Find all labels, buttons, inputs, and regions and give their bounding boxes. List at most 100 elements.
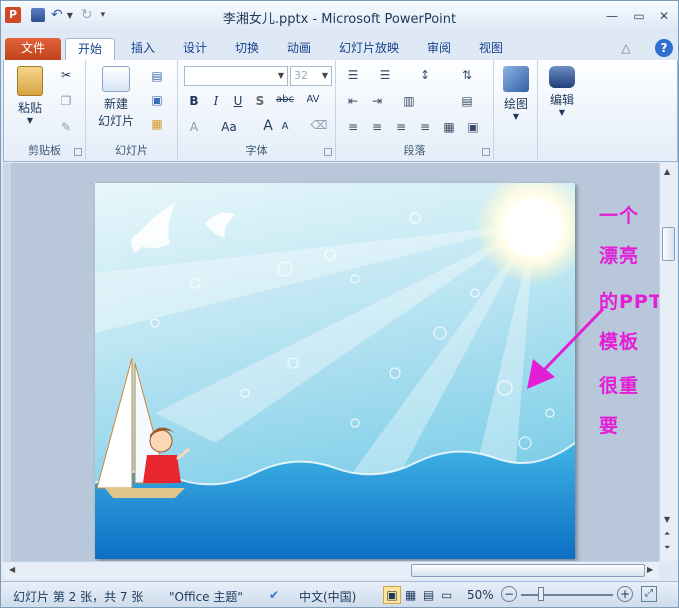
annotation-line-6: 要 [599,415,620,437]
paragraph-group-label: 段落 [403,144,426,157]
status-bar: 幻灯片 第 2 张，共 7 张 "Office 主题" ✔ 中文(中国) ▣ ▦… [1,581,678,607]
vertical-scrollbar[interactable]: ▲ ▼ ⏶ ⏷ [659,163,677,561]
seagulls [130,203,235,253]
justify-icon[interactable]: ≡ [416,120,434,134]
previous-slide-icon[interactable]: ⏶ [664,529,670,539]
decrease-indent-icon[interactable]: ⇤ [344,94,362,108]
font-color-button[interactable]: A [186,120,202,134]
reading-view-icon[interactable]: ▤ [423,588,434,602]
slide-canvas[interactable] [95,183,575,559]
group-paragraph: ☰ ☰ ↕ ⇅ ⇤ ⇥ ▥ ▤ ≡ ≡ ≡ ≡ ▦ ▣ 段落 [336,60,494,160]
drawing-button[interactable]: 绘图 ▼ [498,66,534,121]
clipboard-group-label: 剪贴板 [28,144,61,157]
bold-button[interactable]: B [186,94,202,108]
zoom-in-button[interactable]: + [617,586,633,602]
tab-review[interactable]: 审阅 [421,38,457,60]
change-case-button[interactable]: Aa [218,120,240,134]
thumbnail-pane-edge[interactable] [3,163,11,561]
line-spacing-icon[interactable]: ↕ [416,68,434,82]
clipboard-launcher-icon[interactable] [74,148,82,156]
font-size-value: 32 [294,69,308,82]
copy-icon[interactable]: ❐ [56,92,76,110]
horizontal-scroll-thumb[interactable] [411,564,645,577]
editing-dropdown-icon: ▼ [558,108,566,117]
normal-view-icon[interactable]: ▣ [383,586,401,604]
annotation-line-1: 一个 [599,205,640,227]
slide-sorter-icon[interactable]: ▦ [405,588,416,602]
maximize-button[interactable]: ▭ [628,7,650,25]
underline-button[interactable]: U [230,94,246,108]
increase-indent-icon[interactable]: ⇥ [368,94,386,108]
layout-icon[interactable]: ▤ [146,68,168,84]
font-name-combo[interactable]: ▼ [184,66,288,86]
section-icon[interactable]: ▦ [146,116,168,132]
vertical-scroll-thumb[interactable] [662,227,675,261]
slide-background-art [95,183,575,559]
slides-group-label: 幻灯片 [115,144,148,157]
format-painter-icon[interactable]: ✎ [56,118,76,136]
reset-icon[interactable]: ▣ [146,92,168,108]
scroll-down-icon[interactable]: ▼ [664,515,670,524]
align-left-icon[interactable]: ≡ [344,120,362,134]
tab-home[interactable]: 开始 [65,38,115,60]
spellcheck-icon[interactable]: ✔ [269,588,279,602]
paste-icon [17,66,43,96]
font-launcher-icon[interactable] [324,148,332,156]
scroll-left-icon[interactable]: ◀ [9,565,15,574]
close-button[interactable]: ✕ [653,7,675,25]
scroll-up-icon[interactable]: ▲ [664,167,670,176]
tab-slideshow[interactable]: 幻灯片放映 [333,38,405,60]
fit-to-window-icon[interactable]: ⤢ [641,586,657,602]
next-slide-icon[interactable]: ⏷ [664,543,670,553]
smartart-icon[interactable]: ▣ [464,120,482,134]
tab-design[interactable]: 设计 [177,38,213,60]
theme-name[interactable]: "Office 主题" [169,588,243,605]
scroll-right-icon[interactable]: ▶ [647,565,653,574]
zoom-out-button[interactable]: − [501,586,517,602]
ribbon: 粘贴 ▼ ✂ ❐ ✎ 剪贴板 新建 幻灯片 ▤ ▣ ▦ 幻灯片 ▼ 32▼ B [3,60,678,162]
tab-view[interactable]: 视图 [473,38,509,60]
group-font: ▼ 32 ▼ B I U S abc AV A Aa A A ⌫ 字体 [178,60,336,160]
font-size-combo[interactable]: 32 ▼ [290,66,332,86]
title-bar: P ↶ ▼ ↻ ▾ 李湘女儿.pptx - Microsoft PowerPoi… [1,1,678,33]
paragraph-launcher-icon[interactable] [482,148,490,156]
align-right-icon[interactable]: ≡ [392,120,410,134]
text-direction-icon[interactable]: ⇅ [458,68,476,82]
numbering-icon[interactable]: ☰ [376,68,394,82]
shadow-button[interactable]: S [252,94,268,108]
editing-button[interactable]: 编辑 ▼ [544,66,580,117]
zoom-slider-track[interactable] [521,594,613,596]
horizontal-scrollbar[interactable]: ◀ ▶ [3,561,659,579]
new-slide-icon [102,66,130,92]
tab-insert[interactable]: 插入 [125,38,161,60]
tab-transitions[interactable]: 切换 [229,38,265,60]
columns-icon[interactable]: ▥ [400,94,418,108]
paste-button[interactable]: 粘贴 ▼ [10,66,50,125]
new-slide-label-2: 幻灯片 [97,114,134,128]
cut-icon[interactable]: ✂ [56,66,76,84]
tab-animations[interactable]: 动画 [281,38,317,60]
align-text-icon[interactable]: ▤ [458,94,476,108]
binoculars-icon [549,66,575,88]
distributed-icon[interactable]: ▦ [440,120,458,134]
bullets-icon[interactable]: ☰ [344,68,362,82]
zoom-slider-thumb[interactable] [538,587,544,601]
minimize-button[interactable]: — [601,7,623,25]
help-icon[interactable]: ? [655,39,673,57]
slideshow-icon[interactable]: ▭ [441,588,452,602]
language-indicator[interactable]: 中文(中国) [299,588,356,605]
new-slide-button[interactable]: 新建 幻灯片 [92,66,140,129]
char-spacing-button[interactable]: AV [300,94,326,105]
clear-format-icon[interactable]: ⌫ [310,118,328,132]
align-center-icon[interactable]: ≡ [368,120,386,134]
italic-button[interactable]: I [208,94,224,108]
tab-file[interactable]: 文件 [5,38,61,60]
minimize-ribbon-icon[interactable]: △ [619,38,633,60]
group-drawing: 绘图 ▼ [494,60,538,160]
grow-font-button[interactable]: A [260,118,276,134]
zoom-level[interactable]: 50% [467,588,494,602]
shrink-font-button[interactable]: A [278,121,292,132]
new-slide-label: 新建 [103,97,128,111]
powerpoint-window: P ↶ ▼ ↻ ▾ 李湘女儿.pptx - Microsoft PowerPoi… [0,0,679,608]
strikethrough-button[interactable]: abc [274,94,296,105]
